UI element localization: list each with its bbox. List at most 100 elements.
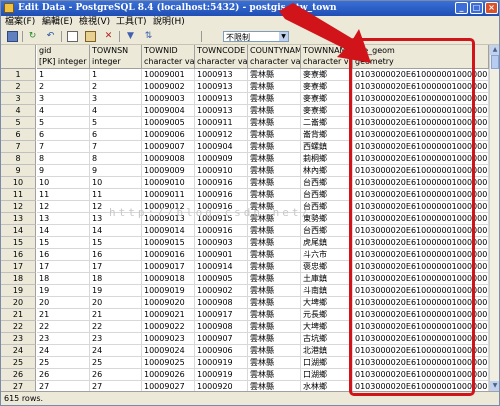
table-cell-towncode[interactable]: 1000920 (195, 381, 248, 391)
table-cell-towncode[interactable]: 1000913 (195, 105, 248, 117)
column-header[interactable]: TOWNID character va (142, 45, 195, 69)
table-cell-gid[interactable]: 24 (37, 345, 90, 357)
row-number[interactable]: 17 (1, 261, 36, 273)
table-cell-townid[interactable]: 10009021 (142, 309, 195, 321)
table-cell-countynam[interactable]: 雲林縣 (248, 369, 301, 381)
table-cell-gid[interactable]: 9 (37, 165, 90, 177)
table-cell-countynam[interactable]: 雲林縣 (248, 381, 301, 391)
table-cell-gid[interactable]: 1 (37, 69, 90, 81)
table-cell-countynam[interactable]: 雲林縣 (248, 141, 301, 153)
table-cell-townsn[interactable]: 5 (90, 117, 142, 129)
table-cell-townsn[interactable]: 6 (90, 129, 142, 141)
table-cell-townname[interactable]: 台西鄉 (301, 225, 353, 237)
table-cell-townname[interactable]: 林內鄉 (301, 165, 353, 177)
table-cell-townsn[interactable]: 26 (90, 369, 142, 381)
scroll-thumb[interactable] (491, 55, 499, 69)
table-cell-towncode[interactable]: 1000911 (195, 117, 248, 129)
table-cell-townsn[interactable]: 10 (90, 177, 142, 189)
table-cell-towncode[interactable]: 1000917 (195, 309, 248, 321)
table-cell-townname[interactable]: 古坑鄉 (301, 333, 353, 345)
table-cell-towncode[interactable]: 1000905 (195, 273, 248, 285)
table-cell-townid[interactable]: 10009020 (142, 297, 195, 309)
table-cell-countynam[interactable]: 雲林縣 (248, 165, 301, 177)
column-header[interactable]: gid [PK] integer (37, 45, 90, 69)
table-cell-gid[interactable]: 11 (37, 189, 90, 201)
row-number[interactable]: 15 (1, 237, 36, 249)
table-cell-townsn[interactable]: 4 (90, 105, 142, 117)
table-cell-townid[interactable]: 10009008 (142, 153, 195, 165)
row-number[interactable]: 8 (1, 153, 36, 165)
table-cell-towncode[interactable]: 1000901 (195, 249, 248, 261)
copy-icon[interactable] (67, 31, 78, 42)
table-cell-townname[interactable]: 虎尾鎮 (301, 237, 353, 249)
close-icon[interactable]: × (485, 2, 498, 14)
table-cell-gid[interactable]: 12 (37, 201, 90, 213)
table-cell-townname[interactable]: 褒忠鄉 (301, 261, 353, 273)
table-cell-townid[interactable]: 10009026 (142, 369, 195, 381)
table-cell-towncode[interactable]: 1000912 (195, 129, 248, 141)
table-cell-townid[interactable]: 10009023 (142, 333, 195, 345)
row-number[interactable]: 18 (1, 273, 36, 285)
row-number[interactable]: 4 (1, 105, 36, 117)
row-number[interactable]: 7 (1, 141, 36, 153)
table-cell-townsn[interactable]: 1 (90, 69, 142, 81)
table-cell-countynam[interactable]: 雲林縣 (248, 249, 301, 261)
table-cell-townname[interactable]: 元長鄉 (301, 309, 353, 321)
table-cell-gid[interactable]: 19 (37, 285, 90, 297)
table-cell-gid[interactable]: 15 (37, 237, 90, 249)
row-number[interactable]: 27 (1, 381, 36, 391)
table-cell-gid[interactable]: 21 (37, 309, 90, 321)
row-number[interactable]: 5 (1, 117, 36, 129)
table-cell-townid[interactable]: 10009011 (142, 189, 195, 201)
table-cell-townname[interactable]: 莿桐鄉 (301, 153, 353, 165)
row-number[interactable]: 12 (1, 201, 36, 213)
table-cell-townsn[interactable]: 15 (90, 237, 142, 249)
table-cell-countynam[interactable]: 雲林縣 (248, 273, 301, 285)
table-cell-gid[interactable]: 17 (37, 261, 90, 273)
table-cell-towncode[interactable]: 1000908 (195, 321, 248, 333)
table-cell-countynam[interactable]: 雲林縣 (248, 105, 301, 117)
row-number[interactable]: 23 (1, 333, 36, 345)
row-number[interactable]: 20 (1, 297, 36, 309)
table-cell-townsn[interactable]: 18 (90, 273, 142, 285)
table-cell-gid[interactable]: 3 (37, 93, 90, 105)
table-cell-gid[interactable]: 2 (37, 81, 90, 93)
table-cell-countynam[interactable]: 雲林縣 (248, 357, 301, 369)
table-cell-townid[interactable]: 10009005 (142, 117, 195, 129)
menu-file[interactable]: 檔案(F) (5, 16, 35, 29)
table-cell-townid[interactable]: 10009015 (142, 237, 195, 249)
table-cell-townid[interactable]: 10009017 (142, 261, 195, 273)
scroll-up-icon[interactable]: ▲ (490, 45, 499, 55)
row-number[interactable]: 6 (1, 129, 36, 141)
table-cell-townid[interactable]: 10009007 (142, 141, 195, 153)
row-number[interactable]: 10 (1, 177, 36, 189)
row-number[interactable]: 22 (1, 321, 36, 333)
table-cell-towncode[interactable]: 1000904 (195, 141, 248, 153)
table-cell-gid[interactable]: 27 (37, 381, 90, 391)
undo-icon[interactable]: ↶ (45, 31, 56, 42)
table-cell-townsn[interactable]: 25 (90, 357, 142, 369)
table-cell-townid[interactable]: 10009027 (142, 381, 195, 391)
row-number[interactable]: 16 (1, 249, 36, 261)
table-cell-towncode[interactable]: 1000903 (195, 237, 248, 249)
table-cell-townid[interactable]: 10009022 (142, 321, 195, 333)
table-cell-townsn[interactable]: 20 (90, 297, 142, 309)
table-cell-townid[interactable]: 10009002 (142, 81, 195, 93)
minimize-icon[interactable]: _ (455, 2, 468, 14)
table-cell-townsn[interactable]: 19 (90, 285, 142, 297)
table-cell-townid[interactable]: 10009025 (142, 357, 195, 369)
table-cell-townid[interactable]: 10009010 (142, 177, 195, 189)
table-cell-towncode[interactable]: 1000916 (195, 225, 248, 237)
table-cell-townname[interactable]: 大埤鄉 (301, 297, 353, 309)
menu-help[interactable]: 說明(H) (153, 16, 185, 29)
table-cell-countynam[interactable]: 雲林縣 (248, 153, 301, 165)
table-cell-countynam[interactable]: 雲林縣 (248, 237, 301, 249)
table-cell-townid[interactable]: 10009003 (142, 93, 195, 105)
table-cell-townid[interactable]: 10009006 (142, 129, 195, 141)
table-cell-townname[interactable]: 台西鄉 (301, 177, 353, 189)
table-cell-townsn[interactable]: 16 (90, 249, 142, 261)
table-cell-towncode[interactable]: 1000916 (195, 189, 248, 201)
table-cell-townsn[interactable]: 24 (90, 345, 142, 357)
table-cell-countynam[interactable]: 雲林縣 (248, 345, 301, 357)
refresh-icon[interactable]: ↻ (27, 31, 38, 42)
